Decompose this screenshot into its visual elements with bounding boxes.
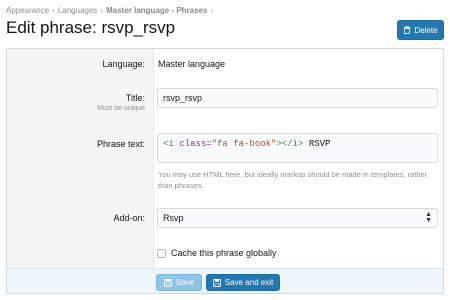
save-and-exit-button-label: Save and exit	[224, 278, 274, 287]
label-column	[7, 49, 154, 268]
addon-label: Add-on:	[113, 213, 145, 223]
cache-option[interactable]: Cache this phrase globally	[157, 248, 277, 258]
delete-button[interactable]: Delete	[397, 20, 444, 40]
edit-phrase-form: Language: Master language Title: Must be…	[6, 48, 444, 294]
phrase-text-explain: You may use HTML here, but ideally marku…	[158, 170, 428, 190]
breadcrumb: Appearance › Languages › Master language - P…	[6, 6, 216, 15]
save-icon	[212, 278, 221, 287]
breadcrumb-item-appearance[interactable]: Appearance	[6, 6, 49, 15]
delete-button-label: Delete	[414, 25, 438, 35]
phrase-text-editor[interactable]: <i class="fa fa-book"></i> RSVP	[157, 133, 438, 163]
save-button[interactable]: Save	[156, 274, 202, 291]
save-button-label: Save	[175, 278, 195, 287]
save-icon	[163, 278, 172, 287]
code-string: "fa fa-book"	[211, 139, 277, 149]
addon-select[interactable]: Rsvp ▲ ▼	[157, 208, 438, 228]
select-arrows-icon: ▲ ▼	[425, 211, 432, 224]
language-label: Language:	[102, 59, 145, 69]
trash-icon	[404, 26, 411, 34]
title-label: Title:	[125, 93, 145, 103]
save-and-exit-button[interactable]: Save and exit	[206, 274, 280, 291]
cache-checkbox-label: Cache this phrase globally	[171, 248, 277, 258]
breadcrumb-item-languages[interactable]: Languages	[58, 6, 98, 15]
breadcrumb-item-phrases[interactable]: Master language - Phrases	[106, 6, 207, 15]
code-text: RSVP	[308, 139, 331, 149]
breadcrumb-separator-icon: ›	[100, 6, 104, 15]
title-input[interactable]	[157, 88, 438, 108]
page-title: Edit phrase: rsvp_rsvp	[6, 18, 176, 37]
breadcrumb-separator-icon: ›	[210, 6, 214, 15]
title-hint: Must be unique	[97, 105, 145, 112]
code-attribute: class=	[179, 139, 212, 149]
cache-checkbox[interactable]	[157, 248, 166, 258]
code-tag-close: ></i>	[276, 139, 304, 149]
phrase-text-label: Phrase text:	[96, 139, 145, 149]
form-footer: Save Save and exit	[7, 268, 443, 293]
code-tag-open: <i	[163, 139, 174, 149]
language-value: Master language	[158, 59, 226, 69]
addon-selected-value: Rsvp	[163, 213, 184, 223]
breadcrumb-separator-icon: ›	[52, 6, 55, 15]
